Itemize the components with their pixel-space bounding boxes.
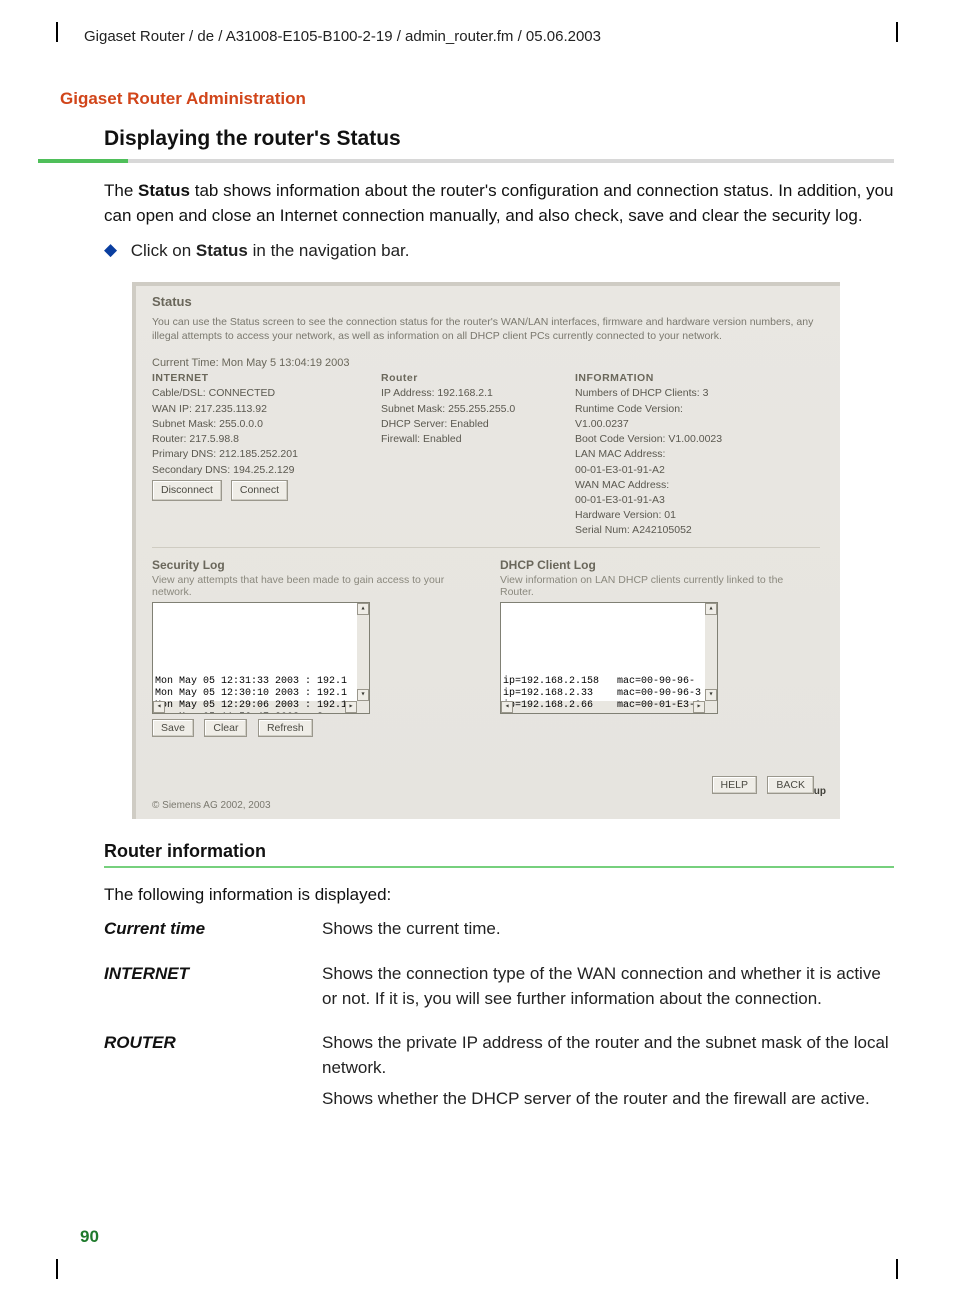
subsection-rule <box>104 866 894 869</box>
security-log: Security Log View any attempts that have… <box>152 558 452 755</box>
crop-mark <box>896 22 898 42</box>
dhcp-log-textarea[interactable]: ▴ ▾ ◂ ▸ ip=192.168.2.158 mac=00-90-96- i… <box>500 602 718 714</box>
crop-mark <box>56 1259 58 1279</box>
disconnect-button[interactable]: Disconnect <box>152 480 222 501</box>
scroll-down-icon[interactable]: ▾ <box>357 689 369 701</box>
status-screenshot: Status You can use the Status screen to … <box>132 282 840 819</box>
information-column: INFORMATION Numbers of DHCP Clients: 3 R… <box>575 371 820 538</box>
up-link[interactable]: up <box>814 786 826 797</box>
crop-mark <box>896 1259 898 1279</box>
router-column: Router IP Address: 192.168.2.1 Subnet Ma… <box>381 371 541 538</box>
scroll-right-icon[interactable]: ▸ <box>345 701 357 713</box>
bullet-click-status: ◆ Click on Status in the navigation bar. <box>104 238 894 264</box>
dhcp-client-log: DHCP Client Log View information on LAN … <box>500 558 800 755</box>
crop-mark <box>56 22 58 42</box>
scroll-up-icon[interactable]: ▴ <box>357 603 369 615</box>
clear-button[interactable]: Clear <box>204 719 247 737</box>
router-info-intro: The following information is displayed: <box>104 883 894 908</box>
refresh-button[interactable]: Refresh <box>258 719 313 737</box>
internet-column: INTERNET Cable/DSL: CONNECTED WAN IP: 21… <box>152 371 347 538</box>
scroll-up-icon[interactable]: ▴ <box>705 603 717 615</box>
page-number: 90 <box>80 1227 99 1247</box>
security-log-textarea[interactable]: ▴ ▾ ◂ ▸ Mon May 05 12:31:33 2003 : 192.1… <box>152 602 370 714</box>
row-internet: INTERNET Shows the connection type of th… <box>104 962 894 1017</box>
diamond-bullet-icon: ◆ <box>104 238 116 263</box>
current-time-line: Current Time: Mon May 5 13:04:19 2003 <box>152 357 820 369</box>
status-heading: Status <box>152 294 820 309</box>
page-title: Displaying the router's Status <box>104 127 894 151</box>
connect-button[interactable]: Connect <box>231 480 288 501</box>
status-description: You can use the Status screen to see the… <box>152 315 820 343</box>
intro-paragraph: The Status tab shows information about t… <box>104 179 894 228</box>
router-information-heading: Router information <box>104 841 894 862</box>
page-header: Gigaset Router / de / A31008-E105-B100-2… <box>84 28 894 45</box>
section-title: Gigaset Router Administration <box>60 89 894 109</box>
scroll-left-icon[interactable]: ◂ <box>501 701 513 713</box>
title-rule <box>60 159 894 165</box>
row-router: ROUTER Shows the private IP address of t… <box>104 1031 894 1117</box>
help-button[interactable]: HELP <box>712 776 757 794</box>
row-current-time: Current time Shows the current time. <box>104 917 894 948</box>
divider <box>152 547 820 548</box>
scroll-right-icon[interactable]: ▸ <box>693 701 705 713</box>
scroll-down-icon[interactable]: ▾ <box>705 689 717 701</box>
back-button[interactable]: BACK <box>767 776 814 794</box>
save-button[interactable]: Save <box>152 719 194 737</box>
scroll-left-icon[interactable]: ◂ <box>153 701 165 713</box>
copyright: © Siemens AG 2002, 2003 <box>152 800 820 811</box>
